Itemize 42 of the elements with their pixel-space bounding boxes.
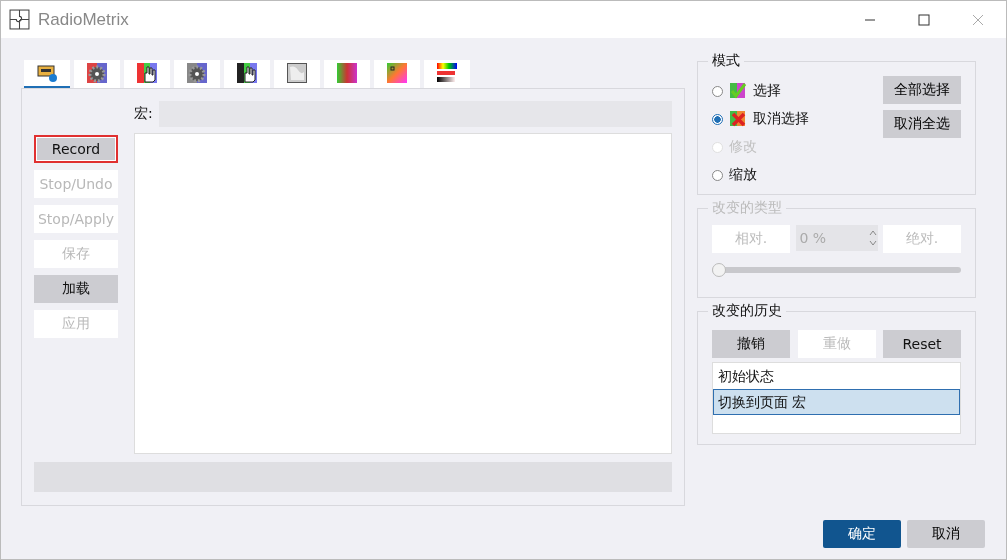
mode-button[interactable]: 全部选择 (883, 76, 961, 104)
history-button[interactable]: 撤销 (712, 330, 790, 358)
tab[interactable] (424, 60, 470, 88)
group-title: 改变的类型 (711, 199, 783, 217)
tab[interactable] (224, 60, 270, 88)
close-icon[interactable] (972, 13, 984, 26)
checkmark-icon (729, 82, 747, 100)
radio-label: 选择 (753, 82, 781, 100)
gear-icon (187, 63, 207, 83)
group-title: 模式 (711, 52, 741, 70)
texture-icon (287, 63, 307, 83)
gear-icon (87, 63, 107, 83)
radio-button[interactable] (712, 113, 723, 125)
window-title: RadioMetrix (38, 9, 129, 30)
group-title: 改变的历史 (711, 302, 783, 320)
tab[interactable] (74, 60, 120, 88)
puzzle-icon (9, 9, 30, 30)
mode-button[interactable]: 取消全选 (883, 110, 961, 138)
hand-icon (237, 63, 257, 83)
radio-label: 缩放 (729, 166, 757, 184)
history-button[interactable]: Reset (883, 330, 961, 358)
macro-button[interactable]: Record (34, 135, 118, 163)
maximize-icon[interactable] (918, 13, 930, 26)
hand-icon (137, 63, 157, 83)
history-item[interactable]: 初始状态 (713, 363, 960, 389)
spectrum-icon (437, 63, 457, 83)
radio-label: 取消选择 (753, 110, 809, 128)
cancel-button[interactable]: 取消 (907, 520, 985, 548)
tab[interactable] (124, 60, 170, 88)
gradient-icon (337, 63, 357, 83)
macro-button[interactable]: 加载 (34, 275, 118, 303)
history-item[interactable]: 切换到页面 宏 (713, 389, 960, 415)
cassette-icon (37, 63, 57, 83)
cross-icon (729, 110, 747, 128)
tab[interactable] (24, 60, 70, 88)
tab[interactable] (174, 60, 220, 88)
macro-label: 宏: (134, 105, 153, 123)
radio-button[interactable] (712, 169, 723, 181)
color-picker-icon (387, 63, 407, 83)
tab[interactable] (274, 60, 320, 88)
ok-button[interactable]: 确定 (823, 520, 901, 548)
radio-button[interactable] (712, 85, 723, 97)
